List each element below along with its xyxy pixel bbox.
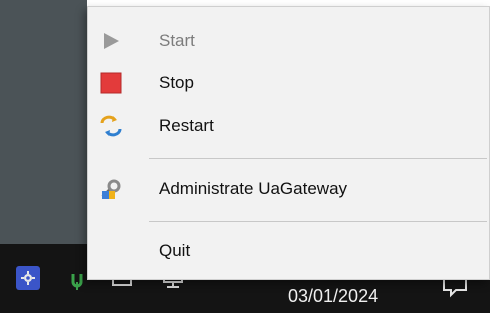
menu-item-label: Administrate UaGateway bbox=[159, 179, 348, 198]
menu-item-label: Quit bbox=[159, 241, 191, 260]
menu-item-stop[interactable]: Stop bbox=[88, 63, 490, 103]
menu-item-label: Stop bbox=[159, 73, 194, 92]
menu-separator bbox=[149, 158, 487, 159]
menu-item-quit[interactable]: Quit bbox=[88, 231, 490, 271]
menu-separator bbox=[149, 221, 487, 222]
tray-context-menu: Start Stop Restart Administrate UaGatewa… bbox=[87, 6, 490, 280]
admin-icon bbox=[96, 174, 126, 204]
gear-app-icon[interactable] bbox=[16, 266, 40, 290]
menu-item-restart[interactable]: Restart bbox=[88, 106, 490, 146]
menu-item-label: Start bbox=[159, 31, 195, 50]
menu-item-start[interactable]: Start bbox=[88, 21, 490, 61]
usb-icon[interactable] bbox=[66, 270, 88, 292]
menu-item-administrate[interactable]: Administrate UaGateway bbox=[88, 169, 490, 209]
stop-icon bbox=[96, 68, 126, 98]
restart-icon bbox=[96, 111, 126, 141]
play-icon bbox=[96, 26, 126, 56]
desktop-background bbox=[0, 0, 87, 244]
clock-date[interactable]: 03/01/2024 bbox=[288, 286, 378, 307]
menu-item-label: Restart bbox=[159, 116, 214, 135]
